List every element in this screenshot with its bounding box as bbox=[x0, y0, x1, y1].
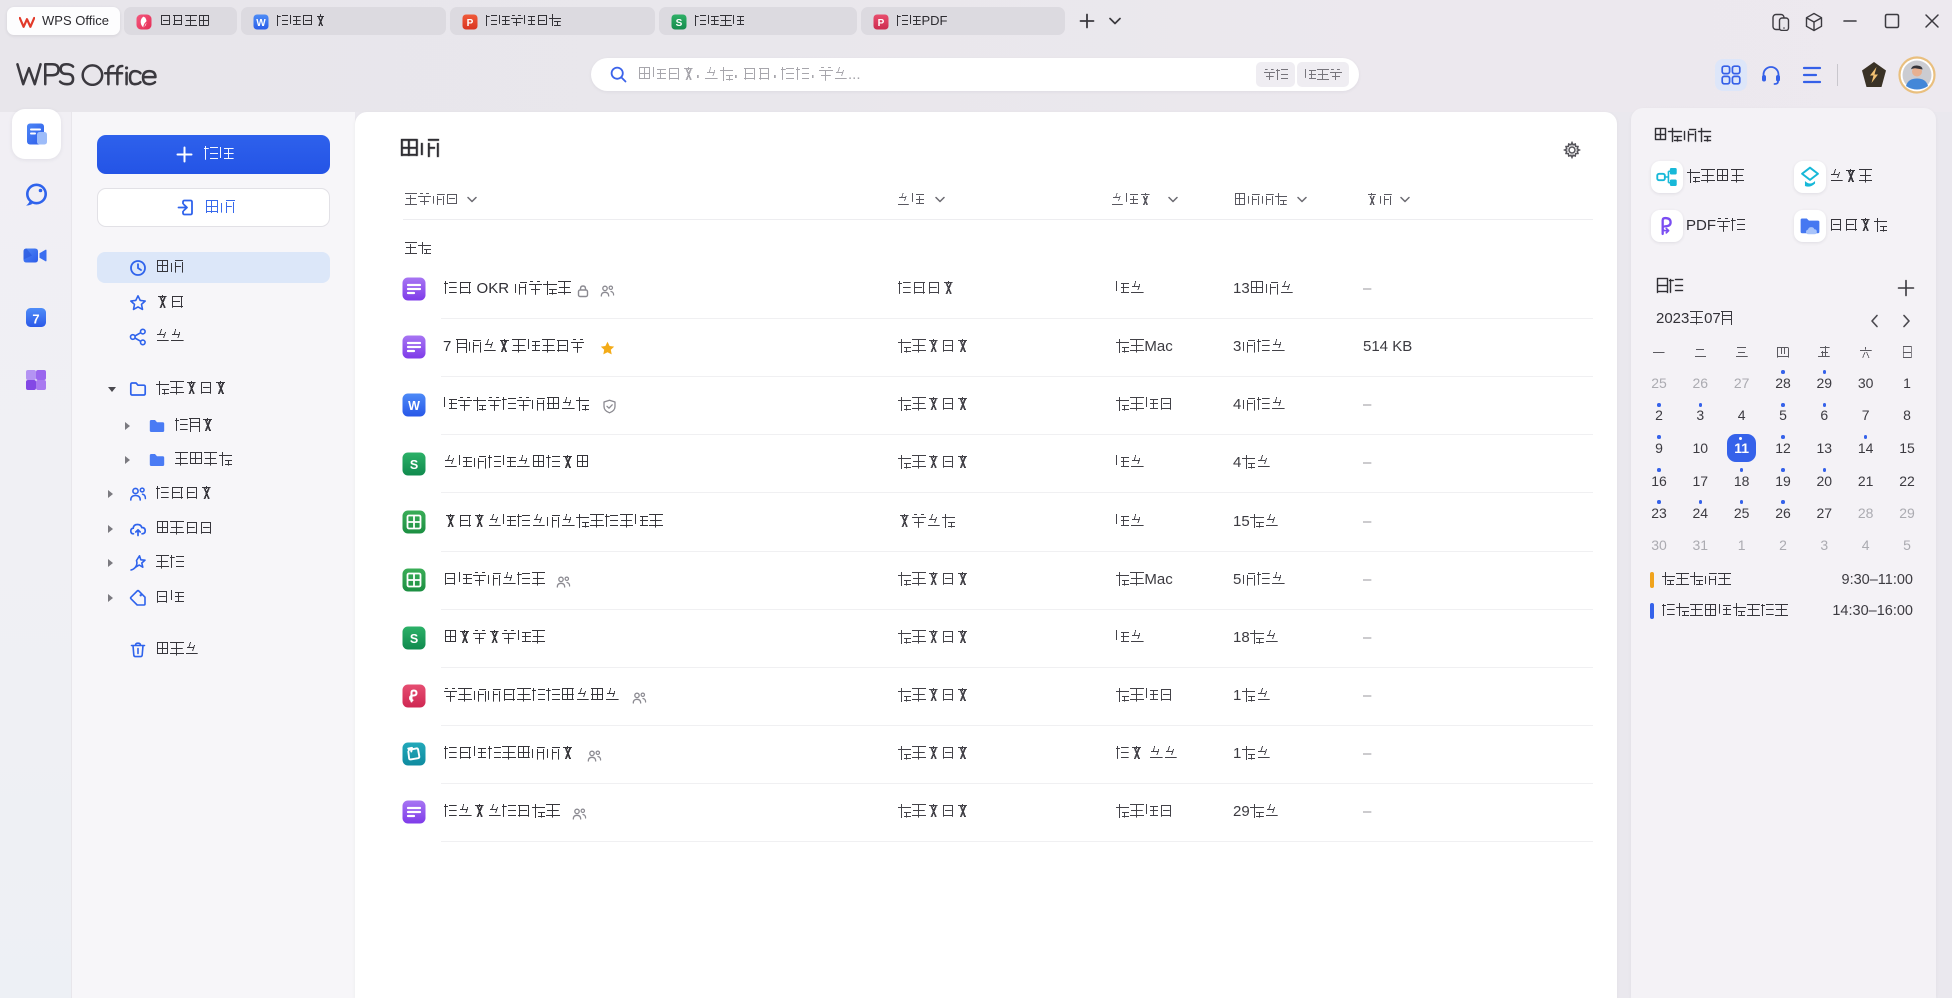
svg-text:7: 7 bbox=[32, 312, 39, 327]
svg-text:P: P bbox=[467, 18, 474, 29]
svg-text:S: S bbox=[410, 458, 418, 472]
svg-text:W: W bbox=[256, 18, 266, 29]
svg-text:S: S bbox=[676, 18, 683, 29]
svg-text:W: W bbox=[408, 399, 420, 413]
svg-text:P: P bbox=[878, 18, 885, 29]
svg-text:S: S bbox=[410, 632, 418, 646]
